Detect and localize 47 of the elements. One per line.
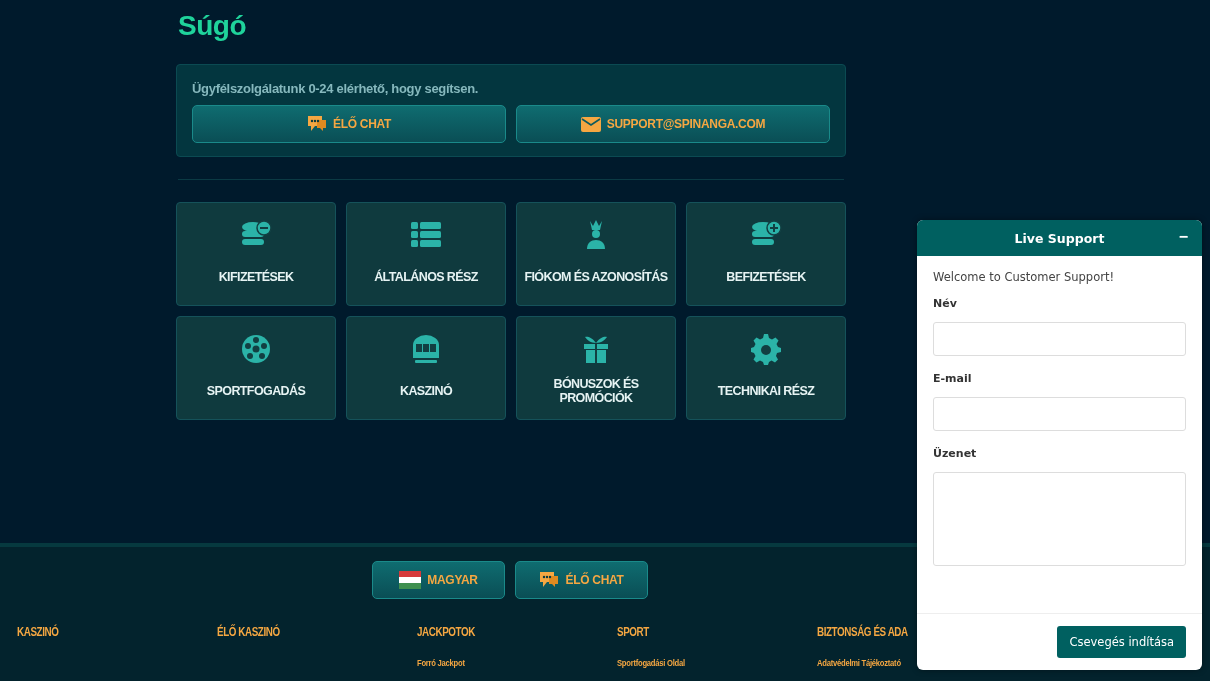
chat-bubble-icon bbox=[306, 115, 327, 133]
footer-heading: ÉLŐ KASZINÓ bbox=[217, 625, 280, 639]
category-label: BEFIZETÉSEK bbox=[725, 268, 807, 286]
category-tile[interactable]: SPORTFOGADÁS bbox=[176, 316, 336, 420]
minimize-button[interactable]: − bbox=[1178, 228, 1188, 246]
chat-bubble-icon bbox=[539, 571, 560, 589]
input-field[interactable] bbox=[933, 397, 1186, 431]
category-tile[interactable]: BÓNUSZOK ÉS PROMÓCIÓK bbox=[516, 316, 676, 420]
input-field[interactable] bbox=[933, 322, 1186, 356]
category-tile[interactable]: ÁLTALÁNOS RÉSZ bbox=[346, 202, 506, 306]
field-label: E-mail bbox=[933, 372, 973, 385]
settings-icon bbox=[750, 333, 782, 365]
category-label: TECHNIKAI RÉSZ bbox=[716, 382, 816, 400]
field-label: Név bbox=[933, 297, 958, 310]
category-label: SPORTFOGADÁS bbox=[205, 382, 307, 400]
welcome-text: Welcome to Customer Support! bbox=[933, 270, 1116, 284]
category-tile[interactable]: BEFIZETÉSEK bbox=[686, 202, 846, 306]
category-tile[interactable]: KASZINÓ bbox=[346, 316, 506, 420]
slot-machine-icon bbox=[410, 333, 442, 365]
message-field[interactable] bbox=[933, 472, 1186, 566]
footer-link[interactable]: Adatvédelmi Tájékoztató bbox=[817, 658, 901, 668]
footer-heading: JACKPOTOK bbox=[417, 625, 475, 639]
footer-heading: KASZINÓ bbox=[17, 625, 59, 639]
page-title: Súgó bbox=[178, 10, 247, 42]
soccer-ball-icon bbox=[240, 333, 272, 365]
category-label: ÁLTALÁNOS RÉSZ bbox=[373, 268, 479, 286]
category-label: KASZINÓ bbox=[398, 382, 454, 400]
start-chat-button[interactable]: Csevegés indítása bbox=[1057, 626, 1186, 658]
widget-title: Live Support bbox=[1014, 230, 1105, 246]
category-tile[interactable]: FIÓKOM ÉS AZONOSÍTÁS bbox=[516, 202, 676, 306]
email-button[interactable]: SUPPORT@SPINANGA.COM bbox=[516, 105, 830, 143]
envelope-icon bbox=[580, 116, 601, 132]
footer-heading: BIZTONSÁG ÉS ADA bbox=[817, 625, 908, 639]
language-button[interactable]: MAGYAR bbox=[372, 561, 505, 599]
category-label: FIÓKOM ÉS AZONOSÍTÁS bbox=[523, 268, 669, 286]
footer-link[interactable]: Forró Jackpot bbox=[417, 658, 465, 668]
hungarian-flag-icon bbox=[399, 571, 422, 589]
category-label: KIFIZETÉSEK bbox=[217, 268, 295, 286]
live-chat-button[interactable]: ÉLŐ CHAT bbox=[192, 105, 506, 143]
footer-link[interactable]: Sportfogadási Oldal bbox=[617, 658, 685, 668]
category-label: BÓNUSZOK ÉS PROMÓCIÓK bbox=[552, 375, 640, 407]
support-text: Ügyfélszolgálatunk 0-24 elérhető, hogy segítsen. bbox=[192, 81, 480, 96]
field-label: Üzenet bbox=[933, 447, 978, 460]
category-tile[interactable]: KIFIZETÉSEK bbox=[176, 202, 336, 306]
footer-heading: SPORT bbox=[617, 625, 649, 639]
category-tile[interactable]: TECHNIKAI RÉSZ bbox=[686, 316, 846, 420]
live-chat-button[interactable]: ÉLŐ CHAT bbox=[515, 561, 648, 599]
